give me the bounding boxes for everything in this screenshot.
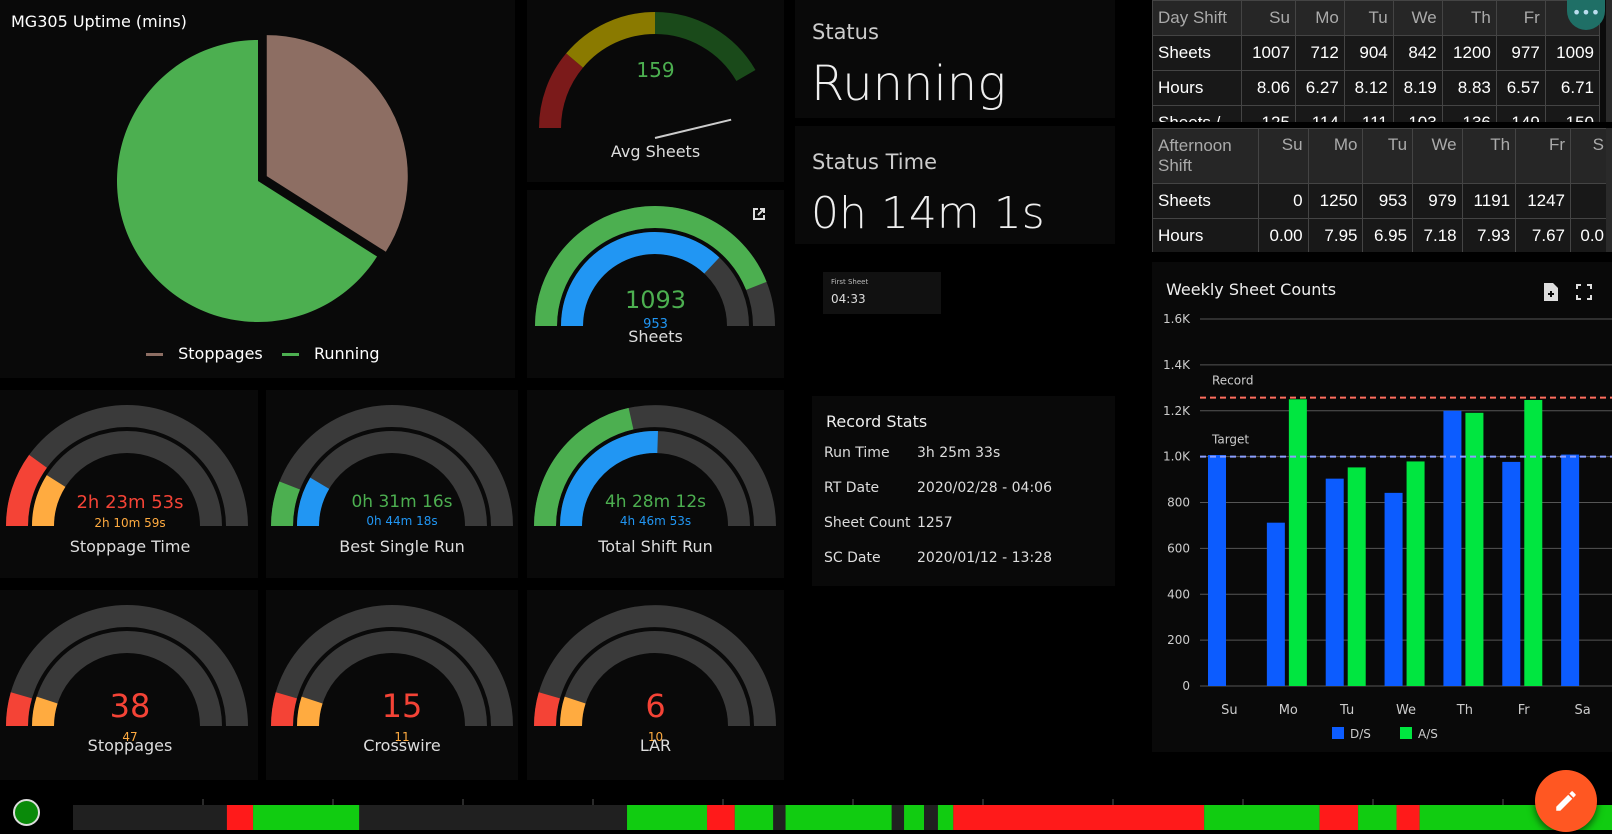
timeline-segment [226, 805, 254, 830]
timeline-segment [773, 805, 786, 830]
timeline-segment [891, 805, 905, 830]
pencil-icon [1553, 788, 1579, 814]
timeline-segment [253, 805, 360, 830]
timeline-segment [953, 805, 1205, 830]
timeline-segment [1358, 805, 1397, 830]
timeline-segment [1204, 805, 1320, 830]
timeline-segment [1396, 805, 1420, 830]
timeline-segment [937, 805, 954, 830]
timeline-segment [707, 805, 735, 830]
timeline-segment [904, 805, 925, 830]
timeline-segment [734, 805, 774, 830]
status-timeline [73, 799, 1612, 830]
timeline-segment [359, 805, 628, 830]
edit-button[interactable] [1535, 770, 1597, 832]
timeline-segment [73, 805, 227, 830]
timeline-segment [627, 805, 708, 830]
timeline-segment [924, 805, 938, 830]
timeline-segment [785, 805, 892, 830]
timeline-segment [1319, 805, 1359, 830]
